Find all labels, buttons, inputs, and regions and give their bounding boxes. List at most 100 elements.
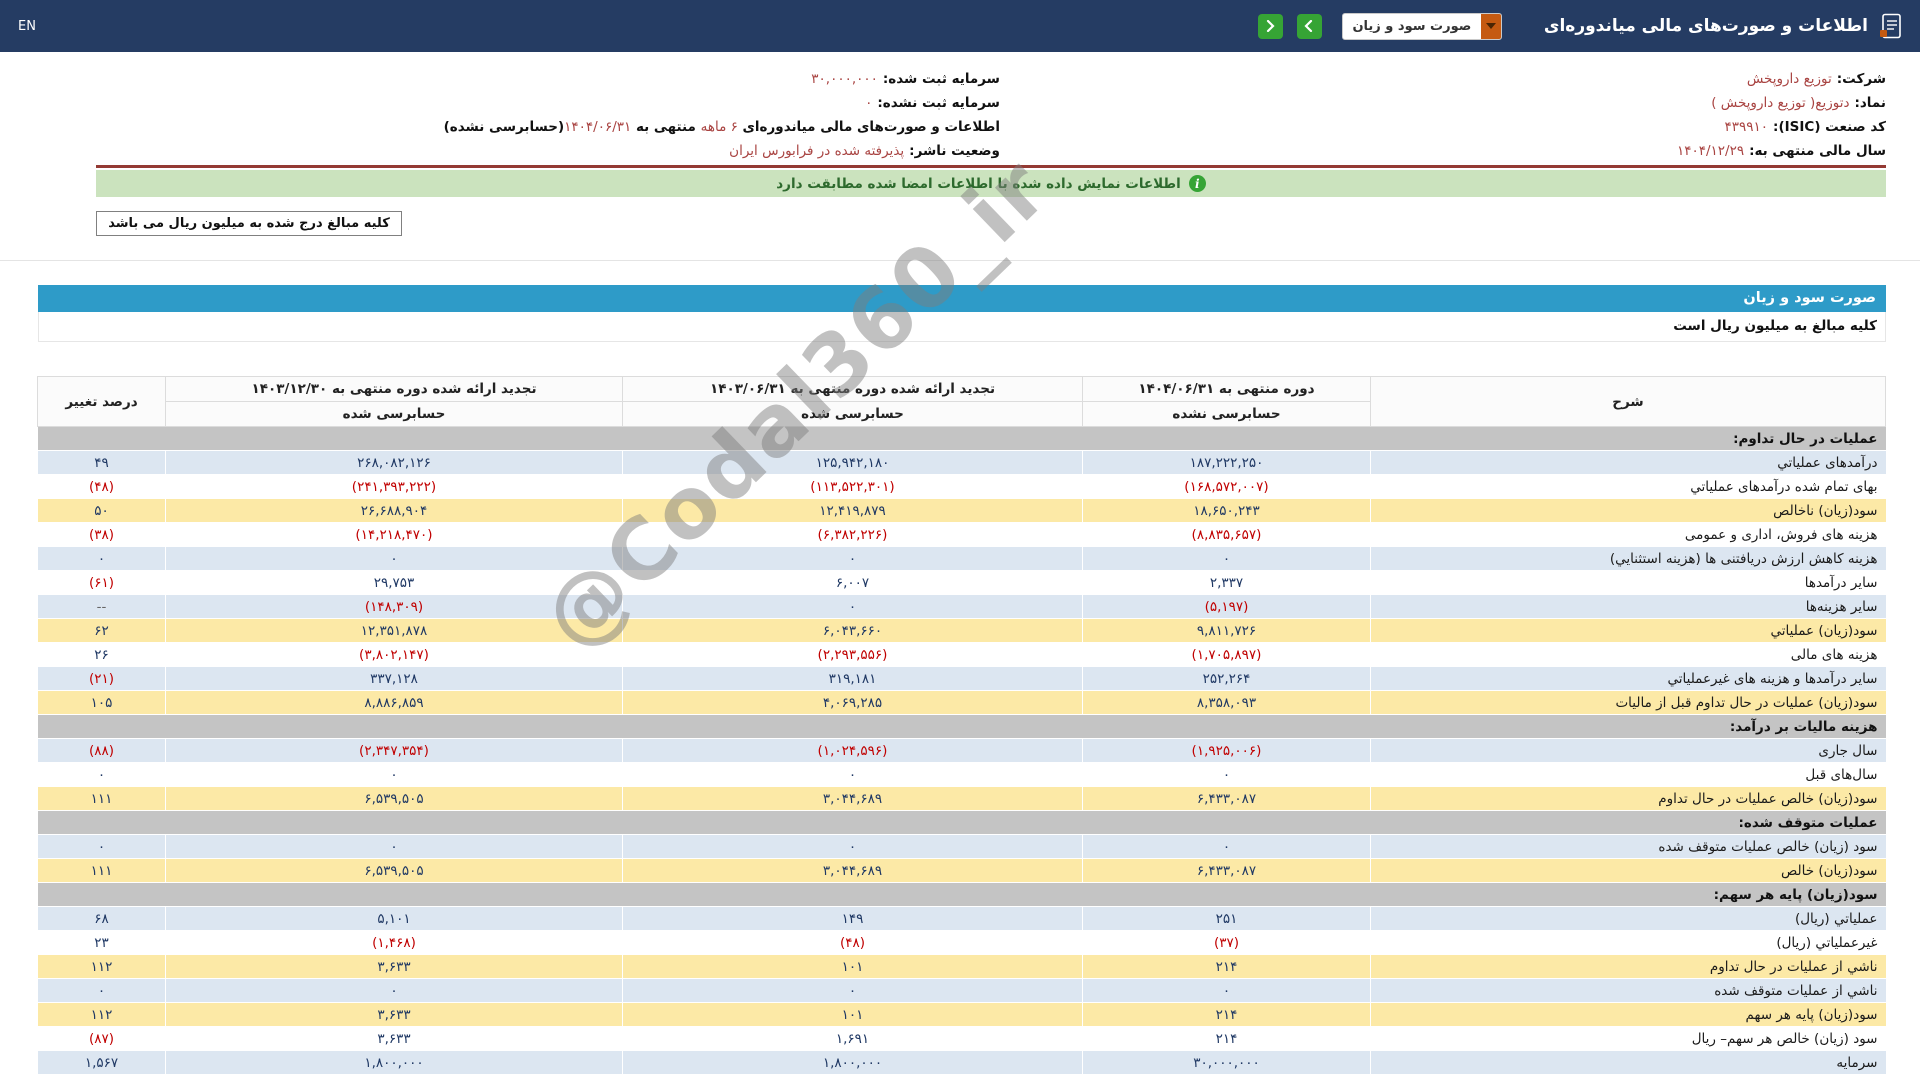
cell-percent-change: (۶۱) [37, 570, 166, 595]
chevron-down-icon [1480, 13, 1501, 39]
signature-match-text: اطلاعات نمایش داده شده با اطلاعات امضا ش… [776, 175, 1181, 192]
cell-value: (۶,۳۸۲,۲۲۶) [622, 522, 1083, 547]
info-label: سرمایه ثبت نشده: [877, 95, 1000, 111]
cell-value: ۸,۳۵۸,۰۹۳ [1082, 690, 1371, 715]
subheader-audited-1: حسابرسی شده [622, 401, 1083, 427]
cell-value: ۱۲۵,۹۴۲,۱۸۰ [622, 450, 1083, 475]
table-row: هزینه های فروش، اداری و عمومی (۸,۸۳۵,۶۵۷)… [37, 522, 1886, 547]
cell-value: ۲۵۲,۲۶۴ [1082, 666, 1371, 691]
col-header-current-period: دوره منتهی به ۱۴۰۴/۰۶/۳۱ [1082, 376, 1371, 402]
info-value: پذیرفته شده در فرابورس ایران [729, 143, 905, 159]
cell-value: ۰ [1082, 978, 1371, 1003]
cell-value: ۰ [1082, 834, 1371, 859]
section-label: عملیات متوقف شده: [37, 810, 1886, 835]
cell-value: (۴۸) [622, 930, 1083, 955]
cell-value: ۲۱۴ [1082, 1026, 1371, 1051]
section-label: هزینه مالیات بر درآمد: [37, 714, 1886, 739]
info-value: ۰ [865, 95, 873, 111]
unit-box-row: کلیه مبالغ درج شده به میلیون ریال می باش… [96, 211, 1886, 236]
cell-value: (۳۷) [1082, 930, 1371, 955]
col-header-percent-change: درصد تغییر [37, 376, 166, 427]
subheader-audited-2: حسابرسی شده [165, 401, 623, 427]
col-header-restated-midyear: تجدید ارائه شده دوره منتهی به ۱۴۰۳/۰۶/۳۱ [622, 376, 1083, 402]
table-row: هزینه کاهش ارزش دریافتنی ها (هزینه استثن… [37, 546, 1886, 571]
cell-value: ۲۶,۶۸۸,۹۰۴ [165, 498, 623, 523]
cell-percent-change: ۱۱۱ [37, 786, 166, 811]
cell-value: (۲,۲۹۳,۵۵۶) [622, 642, 1083, 667]
info-row: سرمایه ثبت نشده:۰ [96, 91, 1000, 115]
cell-value: (۱۴,۲۱۸,۴۷۰) [165, 522, 623, 547]
cell-value: ۰ [165, 762, 623, 787]
cell-value: ۱۸۷,۲۲۲,۲۵۰ [1082, 450, 1371, 475]
table-header-row: شرح دوره منتهی به ۱۴۰۴/۰۶/۳۱ تجدید ارائه… [37, 376, 1886, 427]
cell-value: ۴,۰۶۹,۲۸۵ [622, 690, 1083, 715]
info-row: وضعیت ناشر:پذیرفته شده در فرابورس ایران [96, 139, 1000, 163]
cell-percent-change: (۴۸) [37, 474, 166, 499]
cell-value: ۰ [1082, 546, 1371, 571]
row-label: سال‌های قبل [1370, 762, 1886, 787]
info-row: نماد:دتوزیع( توزیع داروپخش ) [1000, 91, 1886, 115]
cell-percent-change: ۱۰۵ [37, 690, 166, 715]
cell-percent-change: ۰ [37, 546, 166, 571]
cell-percent-change: ۴۹ [37, 450, 166, 475]
company-info-left-column: سرمایه ثبت شده:۳۰,۰۰۰,۰۰۰ سرمایه ثبت نشده… [96, 67, 1000, 163]
chevron-left-icon [1267, 20, 1275, 32]
cell-value: (۱۴۸,۳۰۹) [165, 594, 623, 619]
cell-value: (۲۴۱,۳۹۳,۲۲۲) [165, 474, 623, 499]
cell-value: ۶,۰۴۳,۶۶۰ [622, 618, 1083, 643]
row-label: سود(زیان) خالص عملیات در حال تداوم [1370, 786, 1886, 811]
cell-percent-change: ۵۰ [37, 498, 166, 523]
cell-percent-change: ۶۸ [37, 906, 166, 931]
info-value: ۶ ماهه [700, 119, 738, 135]
page-title: اطلاعات و صورت‌های مالی میاندوره‌ای [1543, 16, 1868, 36]
table-row: درآمدهای عملیاتي ۱۸۷,۲۲۲,۲۵۰ ۱۲۵,۹۴۲,۱۸۰ ۲۶… [37, 450, 1886, 475]
info-label: وضعیت ناشر: [909, 143, 1000, 159]
next-button[interactable] [1296, 13, 1322, 39]
cell-value: ۱۲,۳۵۱,۸۷۸ [165, 618, 623, 643]
row-label: سود(زیان) عملیاتي [1370, 618, 1886, 643]
language-en-link[interactable]: EN [18, 19, 36, 34]
info-value: توزیع داروپخش [1746, 71, 1832, 87]
cell-value: ۳۱۹,۱۸۱ [622, 666, 1083, 691]
table-row: عملیاتي (ریال) ۲۵۱ ۱۴۹ ۵,۱۰۱ ۶۸ [37, 906, 1886, 931]
cell-value: ۳,۶۳۳ [165, 1026, 623, 1051]
row-label: سود(زیان) عملیات در حال تداوم قبل از مال… [1370, 690, 1886, 715]
row-label: سرمایه [1370, 1050, 1886, 1075]
table-row: سود (زیان) خالص عملیات متوقف شده ۰ ۰ ۰ ۰ [37, 834, 1886, 859]
cell-value: (۱,۴۶۸) [165, 930, 623, 955]
row-label: سایر درآمدها [1370, 570, 1886, 595]
info-value: ۳۰,۰۰۰,۰۰۰ [811, 71, 878, 87]
cell-value: ۲۵۱ [1082, 906, 1371, 931]
income-statement-section: صورت سود و زیان کلیه مبالغ به میلیون ریا… [37, 139, 1886, 1075]
row-label: سود (زیان) خالص هر سهم– ریال [1370, 1026, 1886, 1051]
statement-select[interactable]: صورت سود و زیان [1341, 12, 1502, 40]
info-row: کد صنعت (ISIC):۴۳۹۹۱۰ [1000, 115, 1886, 139]
row-label: سود(زیان) پایه هر سهم [1370, 1002, 1886, 1027]
row-label: هزینه کاهش ارزش دریافتنی ها (هزینه استثن… [1370, 546, 1886, 571]
cell-value: (۱,۹۲۵,۰۰۶) [1082, 738, 1371, 763]
cell-value: ۱,۸۰۰,۰۰۰ [165, 1050, 623, 1075]
cell-percent-change: ۱,۵۶۷ [37, 1050, 166, 1075]
cell-value: (۵,۱۹۷) [1082, 594, 1371, 619]
table-row: سود(زیان) ناخالص ۱۸,۶۵۰,۲۴۳ ۱۲,۴۱۹,۸۷۹ ۲۶,۶… [37, 498, 1886, 523]
cell-percent-change: ۶۲ [37, 618, 166, 643]
col-header-description: شرح [1370, 376, 1886, 427]
cell-value: (۳,۸۰۲,۱۴۷) [165, 642, 623, 667]
row-label: درآمدهای عملیاتي [1370, 450, 1886, 475]
prev-button[interactable] [1257, 13, 1283, 39]
cell-percent-change: ۱۱۱ [37, 858, 166, 883]
info-label: سال مالی منتهی به: [1749, 143, 1886, 159]
info-label: سرمایه ثبت شده: [882, 71, 1000, 87]
cell-percent-change: (۳۸) [37, 522, 166, 547]
info-value: ۴۳۹۹۱۰ [1724, 119, 1769, 135]
cell-value: (۸,۸۳۵,۶۵۷) [1082, 522, 1371, 547]
cell-value: ۱۴۹ [622, 906, 1083, 931]
cell-value: ۱۰۱ [622, 954, 1083, 979]
subheader-unaudited: حسابرسی نشده [1082, 401, 1371, 427]
row-label: سایر هزینه‌ها [1370, 594, 1886, 619]
cell-value: ۰ [165, 978, 623, 1003]
table-row: سایر درآمدها و هزینه های غیرعملیاتي ۲۵۲,۲… [37, 666, 1886, 691]
table-row: سایر هزینه‌ها (۵,۱۹۷) ۰ (۱۴۸,۳۰۹) -- [37, 594, 1886, 619]
cell-value: ۰ [622, 834, 1083, 859]
cell-percent-change: ۲۳ [37, 930, 166, 955]
